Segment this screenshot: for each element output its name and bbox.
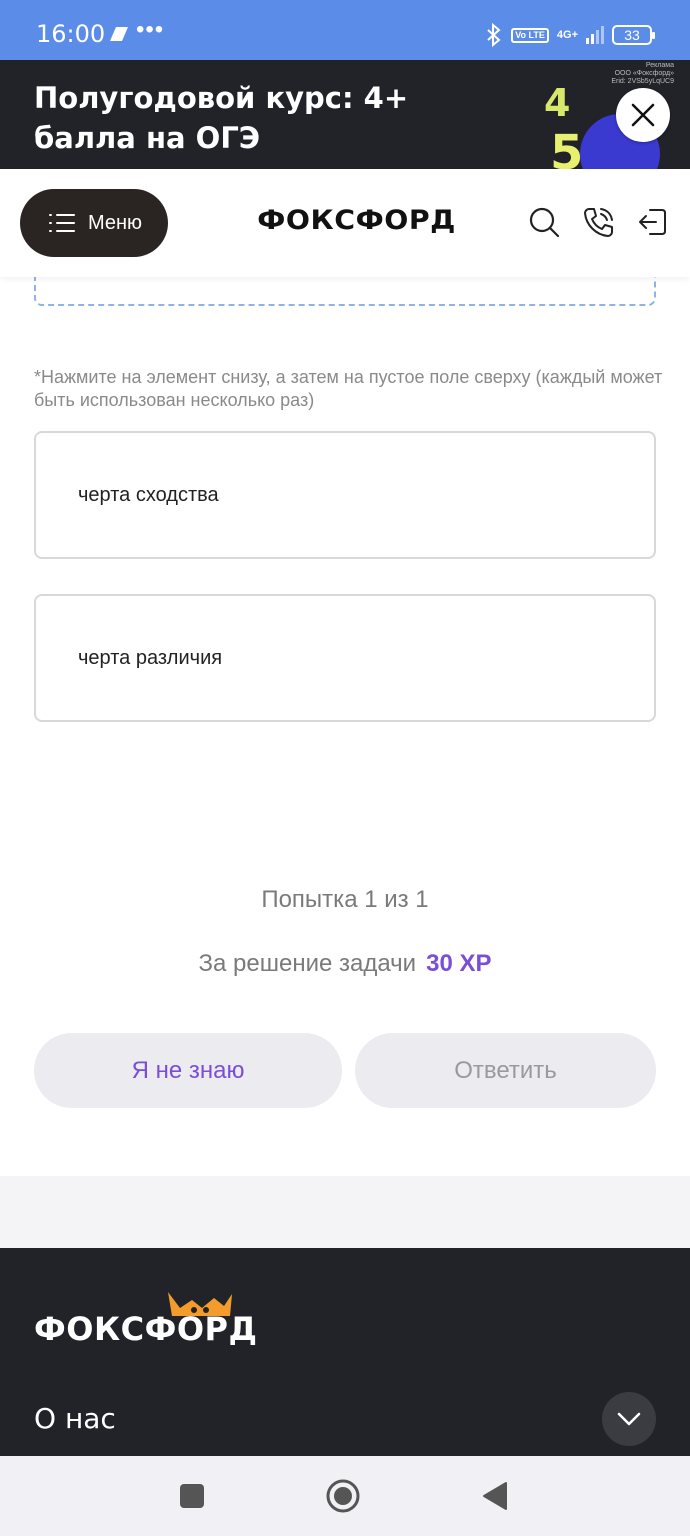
chevron-down-icon xyxy=(617,1412,641,1426)
reward-xp: 30 XP xyxy=(426,950,492,977)
submit-answer-button[interactable]: Ответить xyxy=(355,1033,656,1108)
site-footer: ФОКСФОРД О нас xyxy=(0,1248,690,1456)
section-spacer xyxy=(0,1176,690,1248)
close-icon xyxy=(631,103,655,127)
answer-option[interactable]: черта сходства xyxy=(34,431,656,559)
search-icon[interactable] xyxy=(527,205,561,239)
bluetooth-icon xyxy=(487,23,501,47)
header-logo[interactable]: ФОКСФОРД xyxy=(257,205,456,236)
home-button[interactable] xyxy=(325,1478,361,1514)
square-icon xyxy=(180,1484,204,1508)
footer-about-heading[interactable]: О нас xyxy=(34,1402,116,1435)
answer-option-label: черта сходства xyxy=(78,483,219,506)
home-circle-icon xyxy=(326,1479,360,1513)
task-hint: *Нажмите на элемент снизу, а затем на пу… xyxy=(34,367,663,410)
ad-title: Полугодовой курс: 4+ балла на ОГЭ xyxy=(34,81,409,155)
menu-label: Меню xyxy=(88,211,143,234)
answer-option[interactable]: черта различия xyxy=(34,594,656,722)
ad-banner[interactable]: Полугодовой курс: 4+ балла на ОГЭ Реклам… xyxy=(0,60,690,169)
ad-legal-line: Реклама xyxy=(645,62,674,69)
signal-icon xyxy=(586,26,604,44)
login-icon[interactable] xyxy=(636,205,670,239)
phone-icon[interactable] xyxy=(582,205,616,239)
battery-level: 33 xyxy=(624,27,640,43)
attempt-counter: Попытка 1 из 1 xyxy=(261,886,429,913)
status-bar: 16:00 ••• Vo LTE 4G+ 33 xyxy=(0,0,690,60)
network-type: 4G+ xyxy=(556,28,578,41)
status-icons: Vo LTE 4G+ 33 xyxy=(485,20,655,50)
back-button[interactable] xyxy=(476,1478,512,1514)
volte-badge: Vo LTE xyxy=(511,27,549,43)
answer-option-label: черта различия xyxy=(78,646,223,669)
footer-logo[interactable]: ФОКСФОРД xyxy=(34,1310,257,1348)
system-nav-bar xyxy=(0,1456,690,1536)
reward-label: За решение задачи xyxy=(198,950,417,977)
dont-know-button[interactable]: Я не знаю xyxy=(34,1033,342,1108)
ad-digit-5: 5 xyxy=(550,125,583,169)
more-notifications-icon: ••• xyxy=(136,16,165,43)
menu-icon xyxy=(49,214,75,232)
battery-icon: 33 xyxy=(612,25,655,45)
ad-digit-4: 4 xyxy=(544,81,570,125)
status-time: 16:00 xyxy=(36,20,106,48)
about-expand-button[interactable] xyxy=(602,1392,656,1446)
site-header: Меню ФОКСФОРД xyxy=(0,169,690,277)
app-notification-icon xyxy=(110,27,128,41)
menu-button[interactable]: Меню xyxy=(20,189,168,257)
task-reward: За решение задачи 30 XP xyxy=(0,950,690,978)
back-triangle-icon xyxy=(483,1482,507,1510)
ad-close-button[interactable] xyxy=(616,88,670,142)
recent-apps-button[interactable] xyxy=(174,1478,210,1514)
